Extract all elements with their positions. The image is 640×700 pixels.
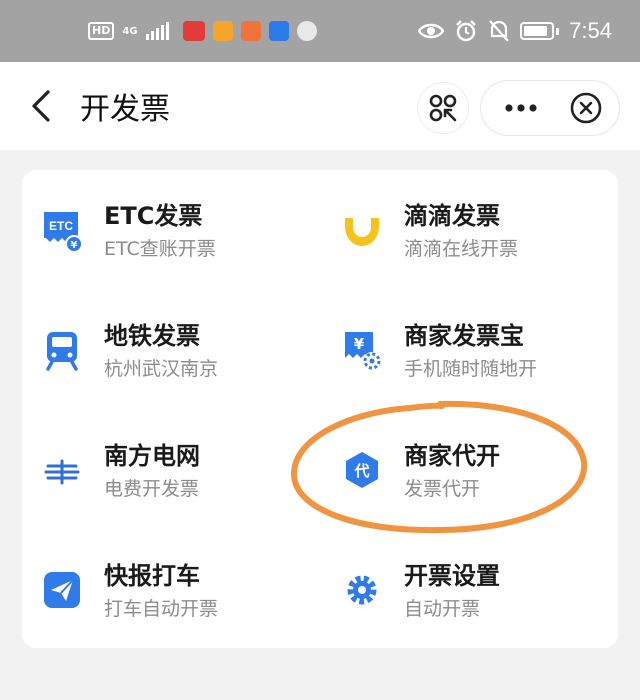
service-item-proxy-invoice[interactable]: 代 商家代开 发票代开 — [322, 410, 612, 510]
battery-icon — [520, 22, 555, 40]
signal-icon — [145, 22, 169, 40]
svg-text:¥: ¥ — [71, 240, 78, 251]
svg-text:ETC: ETC — [49, 219, 73, 233]
notification-app-icon — [268, 21, 289, 41]
mute-icon — [489, 20, 510, 42]
service-item-didi-invoice[interactable]: 滴滴发票 滴滴在线开票 — [322, 170, 612, 270]
metro-icon — [46, 332, 78, 371]
notification-app-icon — [296, 21, 317, 41]
item-title: 开票设置 — [404, 562, 500, 590]
close-icon[interactable] — [569, 91, 603, 125]
svg-text:¥: ¥ — [354, 335, 365, 353]
mini-program-capsule — [481, 81, 619, 135]
taxi-icon — [44, 572, 80, 608]
item-subtitle: 打车自动开票 — [104, 598, 219, 620]
page-title: 开发票 — [80, 92, 170, 127]
scan-button[interactable] — [418, 83, 468, 133]
eye-icon — [418, 23, 445, 39]
item-title: 快报打车 — [104, 562, 200, 590]
power-grid-icon — [44, 459, 80, 485]
scan-icon — [429, 94, 457, 122]
item-subtitle: 滴滴在线开票 — [404, 238, 519, 260]
service-item-merchant-invoice[interactable]: ¥ 商家发票宝 手机随时随地开 — [322, 290, 612, 390]
item-subtitle: 杭州武汉南京 — [104, 358, 219, 380]
item-title: 商家代开 — [404, 442, 500, 470]
notification-app-icon — [182, 21, 205, 41]
back-icon[interactable] — [28, 88, 56, 124]
etc-icon: ETC ¥ — [44, 212, 83, 252]
item-title: 商家发票宝 — [404, 322, 524, 350]
battery-tip — [556, 27, 560, 35]
hd-badge: HD — [88, 22, 115, 40]
more-icon[interactable] — [501, 95, 541, 121]
item-subtitle: 电费开发票 — [104, 478, 200, 500]
proxy-invoice-icon: 代 — [346, 452, 378, 488]
settings-gear-icon — [347, 575, 377, 605]
item-subtitle: ETC查账开票 — [104, 238, 216, 260]
notification-app-icon — [212, 21, 233, 41]
item-title: 滴滴发票 — [404, 202, 500, 230]
network-badge: 4G — [122, 25, 138, 37]
didi-icon — [345, 218, 379, 246]
clock: 7:54 — [569, 18, 612, 43]
status-bar: HD 4G 7:54 — [0, 0, 640, 62]
proxy-icon-label: 代 — [353, 462, 369, 480]
service-item-taxi-invoice[interactable]: 快报打车 打车自动开票 — [22, 530, 312, 630]
item-title: ETC发票 — [104, 202, 203, 230]
item-subtitle: 发票代开 — [404, 478, 481, 500]
service-item-etc-invoice[interactable]: ETC ¥ ETC发票 ETC查账开票 — [22, 170, 312, 270]
invoice-services-card: ETC ¥ ETC发票 ETC查账开票 滴滴发票 滴滴在线开票 地铁发票 杭州武… — [22, 170, 618, 648]
status-left: HD 4G — [88, 21, 317, 41]
service-item-power-grid[interactable]: 南方电网 电费开发票 — [22, 410, 312, 510]
service-item-metro-invoice[interactable]: 地铁发票 杭州武汉南京 — [22, 290, 312, 390]
alarm-icon — [456, 20, 477, 42]
nav-bar: 开发票 — [0, 62, 640, 150]
status-right: 7:54 — [418, 18, 612, 44]
item-title: 地铁发票 — [104, 322, 200, 350]
item-title: 南方电网 — [104, 442, 200, 470]
notification-app-icon — [240, 21, 261, 41]
item-subtitle: 手机随时随地开 — [404, 358, 538, 380]
item-subtitle: 自动开票 — [404, 598, 481, 620]
service-item-invoice-settings[interactable]: 开票设置 自动开票 — [322, 530, 612, 630]
merchant-invoice-icon: ¥ — [345, 332, 381, 370]
